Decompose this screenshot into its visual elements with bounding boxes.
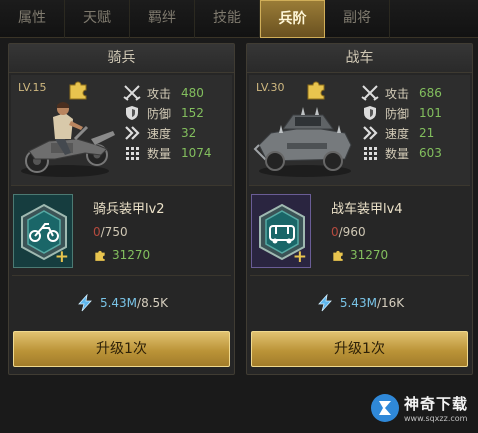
stat-value: 152 (181, 106, 204, 120)
swords-icon (361, 85, 379, 101)
puzzle-icon (95, 250, 105, 261)
stat-attack: 攻击 480 (123, 83, 231, 103)
chariot-truck-image (253, 107, 352, 177)
stat-speed: 速度 32 (123, 123, 231, 143)
stat-value: 32 (181, 126, 197, 140)
exp-total: /960 (338, 225, 366, 239)
armor-name: 骑兵装甲lv2 (93, 202, 165, 217)
power-required: 8.5K (141, 296, 169, 310)
tab-talent[interactable]: 天赋 (65, 0, 130, 38)
stat-list: 攻击 480 防御 152 速度 32 数量 1074 (123, 83, 231, 163)
cavalry-panel: 骑兵 LV.15 攻击 480 防御 152 速度 32 数量 1074 + 骑… (8, 43, 235, 375)
power-requirement: 5.43M / 8.5K (9, 294, 234, 312)
watermark-title: 神奇下载 (404, 395, 469, 413)
tab-deputy[interactable]: 副将 (325, 0, 390, 38)
armor-cost: 31270 (93, 248, 150, 262)
watermark-logo-icon (371, 394, 399, 422)
stat-speed: 速度 21 (361, 123, 469, 143)
shield-icon (364, 106, 376, 120)
stat-label: 速度 (385, 126, 410, 141)
stat-value: 603 (419, 146, 442, 160)
power-current: 5.43M (339, 296, 377, 310)
panel-title: 骑兵 (9, 44, 234, 73)
unit-level: LV.30 (256, 81, 285, 94)
unit-info: LV.30 攻击 686 防御 101 速度 21 数量 603 (249, 75, 470, 186)
tab-attributes[interactable]: 属性 (0, 0, 65, 38)
divider (12, 275, 231, 276)
stat-label: 防御 (385, 106, 410, 121)
power-required: 16K (380, 296, 405, 310)
stat-attack: 攻击 686 (361, 83, 469, 103)
chevrons-icon (363, 126, 378, 140)
divider (250, 275, 469, 276)
stat-label: 数量 (147, 146, 172, 161)
tab-troop-rank[interactable]: 兵阶 (260, 0, 325, 38)
stat-defense: 防御 152 (123, 103, 231, 123)
exp-current: 0 (93, 225, 101, 239)
stat-defense: 防御 101 (361, 103, 469, 123)
stat-quantity: 数量 1074 (123, 143, 231, 163)
watermark-site: www.sqxzz.com (404, 414, 468, 423)
swords-icon (123, 85, 141, 101)
chariot-panel: 战车 LV.30 攻击 686 防御 101 速度 21 数量 603 + 战车… (246, 43, 473, 375)
panel-title: 战车 (247, 44, 472, 73)
armor-slot[interactable]: + (13, 194, 73, 268)
shield-icon (126, 106, 138, 120)
armor-exp: 0/960 (331, 225, 366, 239)
armor-name: 战车装甲lv4 (331, 202, 403, 217)
lightning-bolt-icon (78, 294, 92, 312)
armor-exp: 0/750 (93, 225, 128, 239)
chevrons-icon (125, 126, 140, 140)
upgrade-once-button[interactable]: 升级1次 (13, 331, 230, 367)
puzzle-icon[interactable] (304, 77, 328, 101)
tab-bar: 属性 天赋 羁绊 技能 兵阶 副将 (0, 0, 478, 38)
upgrade-once-button[interactable]: 升级1次 (251, 331, 468, 367)
tab-bond[interactable]: 羁绊 (130, 0, 195, 38)
plus-icon: + (54, 247, 69, 267)
stat-list: 攻击 686 防御 101 速度 21 数量 603 (361, 83, 469, 163)
stat-label: 数量 (385, 146, 410, 161)
puzzle-icon (333, 250, 343, 261)
puzzle-icon[interactable] (66, 77, 90, 101)
unit-info: LV.15 攻击 480 防御 152 速度 32 数量 1074 (11, 75, 232, 186)
power-requirement: 5.43M / 16K (247, 294, 472, 312)
grid-dots-icon (126, 147, 139, 160)
exp-total: /750 (100, 225, 128, 239)
site-watermark: 神奇下载 www.sqxzz.com (370, 387, 474, 429)
power-current: 5.43M (99, 296, 138, 310)
armor-slot[interactable]: + (251, 194, 311, 268)
cavalry-motorbike-image (21, 102, 115, 177)
cost-value: 31270 (112, 248, 151, 262)
stat-value: 1074 (181, 146, 212, 160)
exp-current: 0 (331, 225, 339, 239)
tab-skills[interactable]: 技能 (195, 0, 260, 38)
armor-cost: 31270 (331, 248, 388, 262)
stat-value: 686 (419, 86, 442, 100)
stat-label: 攻击 (385, 86, 410, 101)
stat-label: 速度 (147, 126, 172, 141)
stat-label: 防御 (147, 106, 172, 121)
stat-quantity: 数量 603 (361, 143, 469, 163)
unit-level: LV.15 (18, 81, 47, 94)
stat-value: 101 (419, 106, 442, 120)
lightning-bolt-icon (317, 294, 332, 312)
plus-icon: + (292, 247, 307, 267)
grid-dots-icon (364, 147, 377, 160)
stat-label: 攻击 (147, 86, 172, 101)
stat-value: 480 (181, 86, 204, 100)
cost-value: 31270 (350, 248, 389, 262)
stat-value: 21 (419, 126, 435, 140)
